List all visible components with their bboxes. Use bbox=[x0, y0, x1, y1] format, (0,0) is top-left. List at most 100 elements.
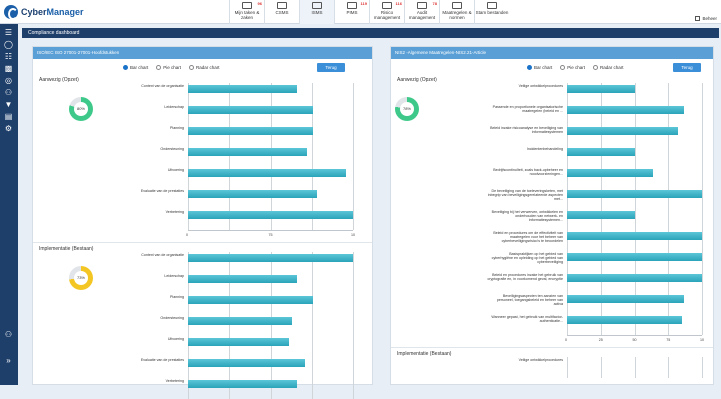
grid-line bbox=[702, 357, 703, 378]
bar bbox=[188, 148, 307, 156]
nav-icon bbox=[312, 2, 322, 9]
nav-label: Audit management bbox=[408, 10, 436, 20]
gear-icon[interactable]: ⚙ bbox=[4, 124, 13, 133]
category-label: Planning bbox=[170, 126, 184, 130]
bar bbox=[188, 359, 306, 367]
sidebar: ☰ ◯ ☷ ▩ ◎ ⚇ ▼ ▤ ⚙ ⚇ » bbox=[0, 24, 18, 385]
expand-icon[interactable]: » bbox=[4, 356, 13, 365]
grid-line bbox=[567, 357, 568, 378]
bar bbox=[567, 295, 685, 303]
top-bar: CyberManager Mijn taken & zaken 96 CSMS ISM… bbox=[0, 0, 721, 24]
user-menu[interactable]: Beheer bbox=[695, 16, 717, 21]
page-title: Compliance dashboard bbox=[28, 30, 80, 36]
nav-item-5[interactable]: Audit management 78 bbox=[404, 0, 439, 24]
radio-label: Bar chart bbox=[130, 65, 149, 70]
bar bbox=[188, 85, 297, 93]
bar bbox=[188, 275, 297, 283]
download-icon[interactable]: ▼ bbox=[4, 100, 13, 109]
nav-item-7[interactable]: Stam bestanden bbox=[474, 0, 509, 24]
category-label: Beleid en procedures inzake het gebruik … bbox=[487, 273, 563, 281]
grid-line bbox=[311, 252, 313, 399]
radio-pie-chart[interactable]: Pie chart bbox=[560, 65, 585, 70]
nav-label: Maatregelen & normen bbox=[442, 10, 472, 20]
radio-radar-chart[interactable]: Radar chart bbox=[593, 65, 624, 70]
page-header: Compliance dashboard bbox=[22, 28, 719, 38]
category-label: Uitvoering bbox=[167, 168, 184, 172]
category-label: Beleid inzake risicoanalyse en beveiligi… bbox=[490, 126, 563, 134]
radio-label: Bar chart bbox=[534, 65, 553, 70]
nav-badge: 116 bbox=[395, 1, 402, 6]
category-label: Incidentenbehandeling bbox=[526, 147, 563, 151]
nav-badge: 119 bbox=[360, 1, 367, 6]
nav-item-4[interactable]: Risico management 116 bbox=[369, 0, 404, 24]
radio-dot-icon bbox=[123, 65, 128, 70]
radio-pie-chart[interactable]: Pie chart bbox=[156, 65, 181, 70]
bar bbox=[567, 85, 635, 93]
category-label: Verbetering bbox=[165, 379, 184, 383]
bar bbox=[567, 211, 635, 219]
grid-line bbox=[702, 83, 703, 335]
x-tick-label: 75 bbox=[268, 233, 273, 237]
x-tick-label: 50 bbox=[632, 338, 637, 342]
grid-line bbox=[353, 83, 354, 230]
x-tick-label: 0 bbox=[565, 338, 567, 342]
donut-label: 78% bbox=[402, 106, 411, 111]
x-tick-label: 0 bbox=[186, 233, 188, 237]
collapse-icon[interactable]: ☰ bbox=[4, 28, 13, 37]
section-title: Implementatie (Bestaan) bbox=[39, 246, 94, 252]
back-button-label: Terug bbox=[325, 65, 337, 70]
donut-chart: 80% bbox=[69, 97, 93, 121]
radio-radar-chart[interactable]: Radar chart bbox=[189, 65, 220, 70]
category-label: Context van de organisatie bbox=[141, 253, 184, 257]
bar bbox=[188, 190, 317, 198]
section-title: Aanwezig (Opzet) bbox=[397, 77, 437, 83]
nav-icon bbox=[277, 2, 287, 9]
nav-badge: 78 bbox=[432, 1, 437, 6]
add-user-icon[interactable]: ⚇ bbox=[4, 330, 13, 339]
bar bbox=[188, 254, 353, 262]
back-button[interactable]: Terug bbox=[317, 63, 345, 72]
document-icon[interactable]: ▩ bbox=[4, 64, 13, 73]
shield-icon[interactable]: ◯ bbox=[4, 40, 13, 49]
radio-bar-chart[interactable]: Bar chart bbox=[123, 65, 148, 70]
bar bbox=[188, 338, 289, 346]
category-label: Veilige ontwikkelprocedures bbox=[518, 358, 563, 362]
nav-label: Stam bestanden bbox=[475, 10, 509, 15]
category-label: Context van de organisatie bbox=[141, 84, 184, 88]
category-label: De beveiliging van de toeleveringsketen,… bbox=[487, 189, 563, 201]
nav-item-0[interactable]: Mijn taken & zaken 96 bbox=[229, 0, 264, 24]
logo-text-part2: Manager bbox=[46, 7, 84, 17]
category-label: Veilige ontwikkelprocedures bbox=[518, 84, 563, 88]
nav-icon bbox=[417, 2, 427, 9]
category-label: Beveiligingsaspecten ten aanzien van per… bbox=[496, 294, 563, 306]
x-tick-label: 10 bbox=[700, 338, 704, 342]
bar bbox=[188, 317, 292, 325]
radio-dot-icon bbox=[156, 65, 162, 70]
category-label: Planning bbox=[170, 295, 184, 299]
bar bbox=[567, 253, 702, 261]
donut-chart: 78% bbox=[395, 97, 419, 121]
radio-label: Radar chart bbox=[600, 65, 624, 70]
nav-item-6[interactable]: Maatregelen & normen bbox=[439, 0, 474, 24]
list-icon[interactable]: ☷ bbox=[4, 52, 13, 61]
globe-icon[interactable]: ◎ bbox=[4, 76, 13, 85]
users-icon[interactable]: ⚇ bbox=[4, 88, 13, 97]
nav-label: ISMS bbox=[311, 10, 323, 15]
nav-item-1[interactable]: CSMS bbox=[264, 0, 299, 24]
back-button[interactable]: Terug bbox=[673, 63, 701, 72]
category-label: Beveiliging bij het verwerven, ontwikkel… bbox=[491, 210, 563, 222]
x-tick-label: 75 bbox=[666, 338, 671, 342]
app-logo[interactable]: CyberManager bbox=[4, 4, 84, 20]
radio-bar-chart[interactable]: Bar chart bbox=[527, 65, 552, 70]
bar bbox=[567, 190, 702, 198]
main-content: Compliance dashboard ISO/IEC ISO 27001-2… bbox=[22, 28, 719, 399]
x-tick-label: 10 bbox=[351, 233, 355, 237]
category-label: Leiderschap bbox=[164, 274, 184, 278]
nav-item-3[interactable]: PIMS 119 bbox=[334, 0, 369, 24]
radio-dot-icon bbox=[593, 65, 599, 70]
nav-item-2[interactable]: ISMS bbox=[299, 0, 334, 24]
grid-line bbox=[668, 357, 670, 378]
nav-label: PIMS bbox=[346, 10, 358, 15]
category-label: Evaluatie van de prestaties bbox=[140, 358, 184, 362]
report-icon[interactable]: ▤ bbox=[4, 112, 13, 121]
